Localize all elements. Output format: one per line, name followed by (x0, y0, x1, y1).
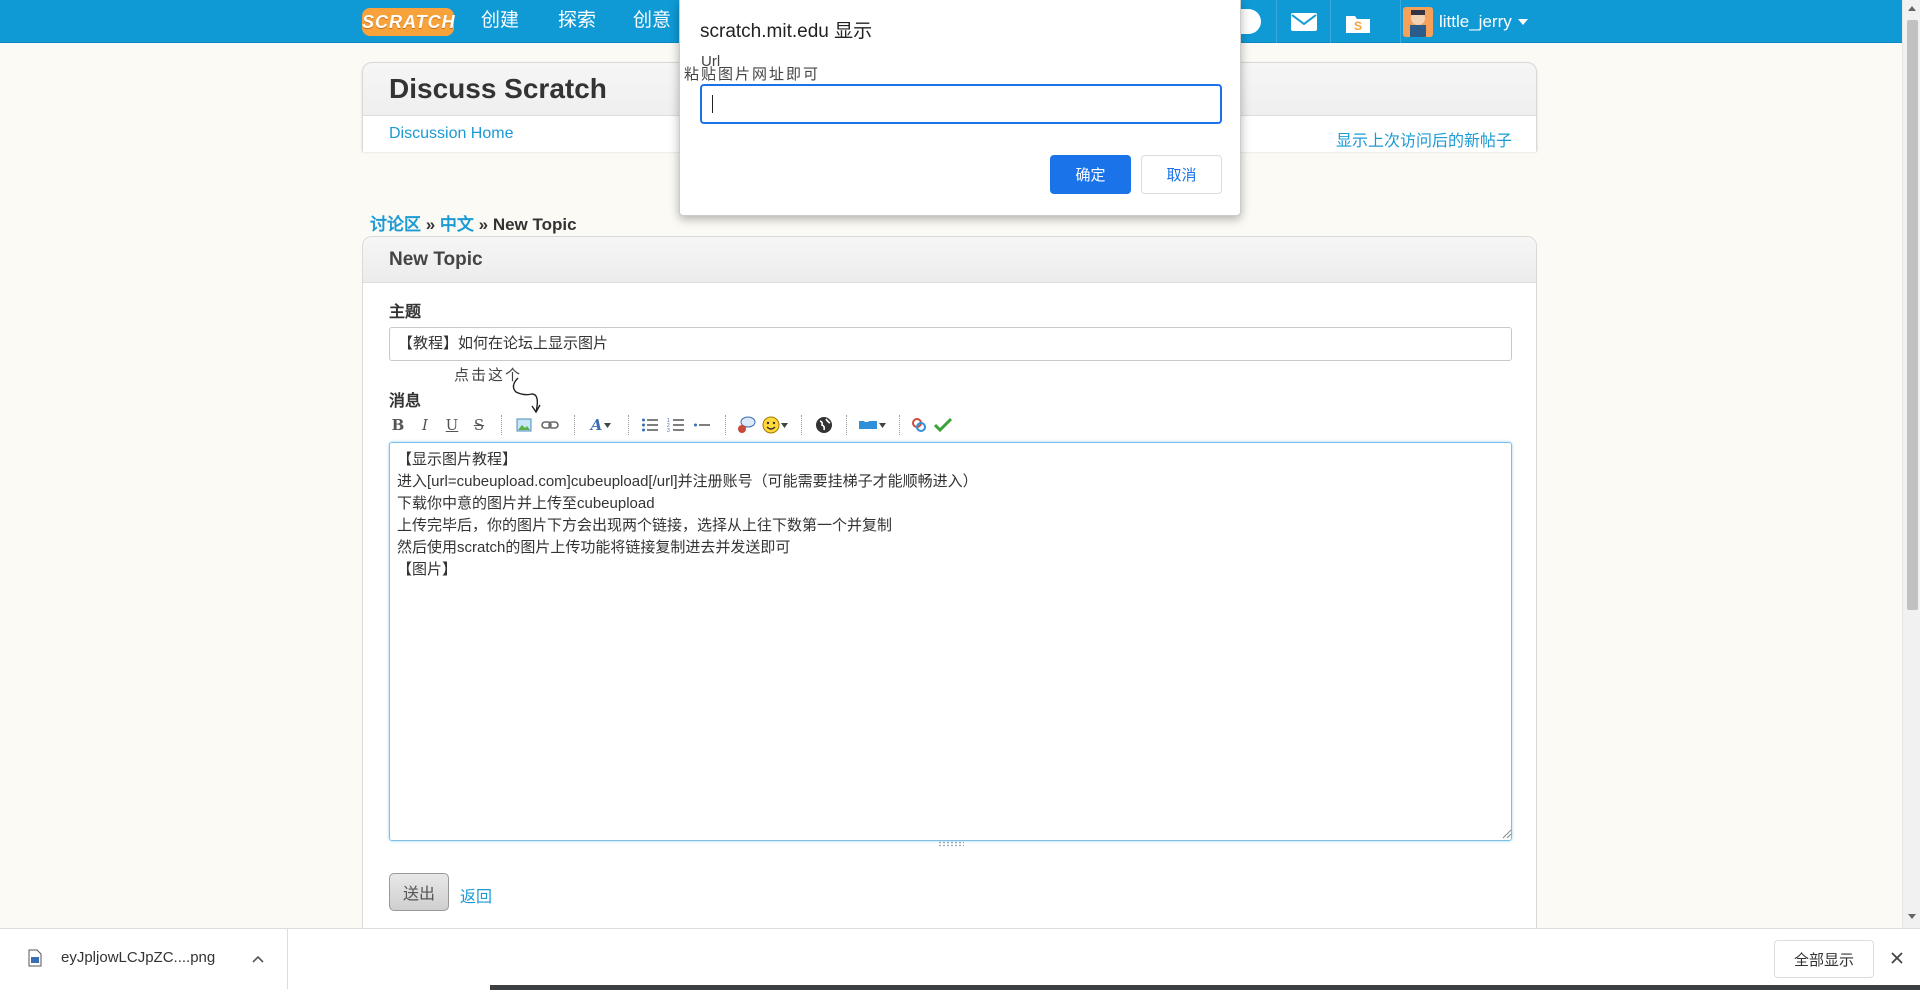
discussion-home-link[interactable]: Discussion Home (389, 125, 513, 143)
back-link[interactable]: 返回 (460, 883, 492, 907)
user-menu[interactable]: little_jerry (1400, 0, 1530, 43)
nav-explore[interactable]: 探索 (558, 0, 596, 43)
image-button[interactable] (514, 414, 534, 436)
breadcrumb-current: New Topic (492, 215, 577, 234)
page-scrollbar[interactable] (1902, 0, 1920, 928)
bullet-list-icon (642, 418, 658, 432)
breadcrumb-separator: » (421, 215, 440, 234)
download-item[interactable]: eyJpljowLCJpZC....png (0, 929, 288, 989)
toolbar-separator (801, 415, 802, 435)
smiley-icon (762, 416, 780, 434)
breadcrumb: 讨论区 » 中文 » New Topic (370, 210, 577, 235)
blocks-icon (859, 421, 877, 429)
text-caret (712, 95, 713, 113)
scratchblocks-button[interactable] (813, 414, 835, 436)
link-button[interactable] (540, 414, 560, 436)
mystuff-icon[interactable]: S (1330, 0, 1384, 43)
url-input[interactable] (700, 84, 1222, 124)
italic-button[interactable]: I (416, 414, 434, 436)
messages-icon[interactable] (1276, 0, 1330, 43)
username: little_jerry (1439, 11, 1512, 31)
quote-button[interactable] (736, 414, 756, 436)
download-file-name: eyJpljowLCJpZC....png (61, 949, 216, 966)
resize-grip[interactable] (938, 841, 964, 847)
breadcrumb-separator: » (473, 215, 493, 234)
numbered-list-icon: 123 (667, 418, 684, 433)
subject-label: 主题 (389, 304, 422, 321)
font-label: A (590, 416, 603, 434)
scroll-down-icon[interactable] (1908, 914, 1916, 919)
toolbar-separator (574, 415, 575, 435)
toolbar-separator (899, 415, 900, 435)
submit-button[interactable]: 送出 (389, 873, 449, 911)
dialog-annotation: 粘贴图片网址即可 (684, 65, 821, 83)
chevron-down-icon (1517, 18, 1528, 25)
checkmark-icon (934, 417, 952, 433)
message-label: 消息 (389, 393, 422, 410)
chevron-down-icon (781, 422, 788, 428)
quote-icon (738, 416, 756, 433)
strikethrough-button[interactable]: S (470, 414, 488, 436)
preview-button[interactable] (933, 414, 953, 436)
nav-create[interactable]: 创建 (481, 0, 519, 43)
taskbar-edge (490, 985, 1920, 990)
globe-icon (816, 417, 832, 433)
toolbar-separator (628, 415, 629, 435)
resize-handle-icon[interactable] (1500, 827, 1512, 839)
image-icon (516, 418, 532, 432)
toolbar-separator (501, 415, 502, 435)
show-all-button[interactable]: 全部显示 (1774, 940, 1874, 978)
chevron-down-icon (604, 422, 612, 428)
bold-button[interactable]: B (389, 414, 407, 436)
scrollbar-thumb[interactable] (1907, 20, 1918, 610)
code-blocks-button[interactable] (857, 414, 887, 436)
avatar (1403, 6, 1433, 37)
smiley-button[interactable] (760, 414, 790, 436)
font-button[interactable]: A (587, 414, 615, 436)
chevron-up-icon[interactable] (252, 955, 264, 963)
chevron-down-icon (879, 422, 886, 428)
scratch-logo[interactable]: SCRATCH (362, 8, 455, 36)
new-topic-header: New Topic (363, 237, 1536, 283)
subject-input[interactable]: 【教程】如何在论坛上显示图片 (389, 327, 1512, 361)
cancel-button[interactable]: 取消 (1141, 155, 1222, 194)
dialog-title: scratch.mit.edu 显示 (700, 21, 873, 42)
new-topic-panel: New Topic 主题 【教程】如何在论坛上显示图片 消息 B I U S A… (362, 236, 1537, 990)
scroll-up-icon[interactable] (1908, 6, 1916, 11)
numbered-list-button[interactable]: 123 (665, 414, 687, 436)
annotation-arrow (512, 377, 541, 414)
toolbar-separator (725, 415, 726, 435)
editor-toolbar: B I U S A 123 (389, 412, 1089, 438)
discuss-title: Discuss Scratch (389, 73, 607, 104)
ok-button[interactable]: 确定 (1050, 155, 1131, 194)
eraser-icon (912, 418, 926, 432)
link-icon (541, 421, 559, 429)
nav-ideas[interactable]: 创意 (633, 0, 671, 43)
underline-button[interactable]: U (443, 414, 461, 436)
svg-text:3: 3 (667, 428, 670, 433)
list-item-button[interactable] (691, 414, 713, 436)
new-topic-title: New Topic (389, 249, 483, 270)
close-icon[interactable] (1890, 951, 1904, 965)
download-bar: eyJpljowLCJpZC....png 全部显示 (0, 928, 1920, 990)
toolbar-separator (846, 415, 847, 435)
breadcrumb-chinese-link[interactable]: 中文 (440, 215, 474, 234)
clean-button[interactable] (909, 414, 929, 436)
breadcrumb-forums-link[interactable]: 讨论区 (370, 215, 421, 234)
url-prompt-dialog: scratch.mit.edu 显示 Url 粘贴图片网址即可 确定 取消 (679, 0, 1241, 216)
file-icon (28, 949, 42, 967)
new-posts-link[interactable]: 显示上次访问后的新帖子 (1336, 127, 1512, 151)
svg-text:S: S (1353, 19, 1361, 33)
bullet-list-button[interactable] (639, 414, 661, 436)
message-textarea[interactable]: 【显示图片教程】 进入[url=cubeupload.com]cubeuploa… (389, 442, 1512, 841)
list-item-icon (694, 423, 710, 427)
